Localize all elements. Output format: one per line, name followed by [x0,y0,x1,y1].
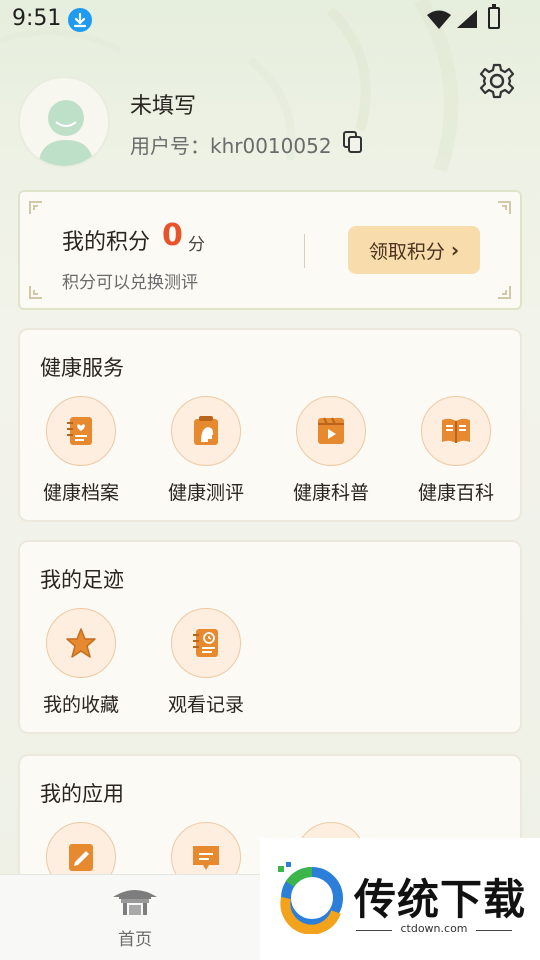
home-pavilion-icon [113,890,157,915]
watermark: 传统下载 ctdown.com [260,838,540,960]
divider [304,234,305,268]
corner-ornament-icon [498,286,511,299]
watermark-title: 传统下载 [354,875,527,924]
points-card: 我的积分 0 分 积分可以兑换测评 领取积分 › [18,190,522,310]
tab-home-label: 首页 [118,930,152,950]
watch-history-icon [171,608,241,678]
footprints-title: 我的足迹 [40,568,124,592]
user-id: 用户号：khr0010052 [130,130,332,159]
signal-icon [457,10,477,28]
health-record-item[interactable]: 健康档案 [26,396,136,505]
claim-points-label: 领取积分 [368,240,445,263]
health-video-item[interactable]: 健康科普 [276,396,386,505]
nickname[interactable]: 未填写 [130,88,196,120]
avatar[interactable] [18,76,110,168]
user-id-value: khr0010052 [210,134,332,158]
health-record-icon [46,396,116,466]
health-encyclopedia-item[interactable]: 健康百科 [401,396,511,505]
health-encyclopedia-icon [421,396,491,466]
health-assessment-icon [171,396,241,466]
points-title: 我的积分 [62,230,151,255]
health-assessment-label: 健康测评 [167,482,244,504]
health-assessment-item[interactable]: 健康测评 [151,396,261,505]
watermark-logo-icon [278,862,343,934]
tab-home[interactable]: 首页 [92,885,178,950]
health-services-card: 健康服务 健康档案 健康测评 健康科普 健康百科 [18,328,522,522]
corner-ornament-icon [29,201,42,214]
favorites-item[interactable]: 我的收藏 [26,608,136,717]
points-unit: 分 [188,235,205,255]
my-apps-title: 我的应用 [40,782,124,806]
points-subtitle: 积分可以兑换测评 [62,273,198,293]
watch-history-label: 观看记录 [167,694,244,716]
footprints-card: 我的足迹 我的收藏 观看记录 [18,540,522,734]
divider [476,930,512,931]
corner-ornament-icon [498,201,511,214]
favorites-label: 我的收藏 [42,694,119,716]
health-video-label: 健康科普 [292,482,369,504]
star-icon [46,608,116,678]
watch-history-item[interactable]: 观看记录 [151,608,261,717]
points-value: 0 [162,218,183,253]
user-id-label: 用户号： [130,134,210,158]
wifi-icon [427,10,451,29]
battery-icon [488,4,500,29]
health-services-title: 健康服务 [40,356,124,380]
claim-points-button[interactable]: 领取积分 › [348,226,480,274]
corner-ornament-icon [29,286,42,299]
status-time: 9:51 [12,6,62,31]
health-video-icon [296,396,366,466]
download-icon [68,8,92,32]
health-record-label: 健康档案 [42,482,119,504]
chevron-right-icon: › [450,238,460,262]
watermark-url: ctdown.com [400,922,468,935]
status-bar: 9:51 [0,0,540,38]
settings-gear-icon[interactable] [478,62,516,100]
copy-icon[interactable] [342,130,364,154]
health-encyclopedia-label: 健康百科 [417,482,494,504]
